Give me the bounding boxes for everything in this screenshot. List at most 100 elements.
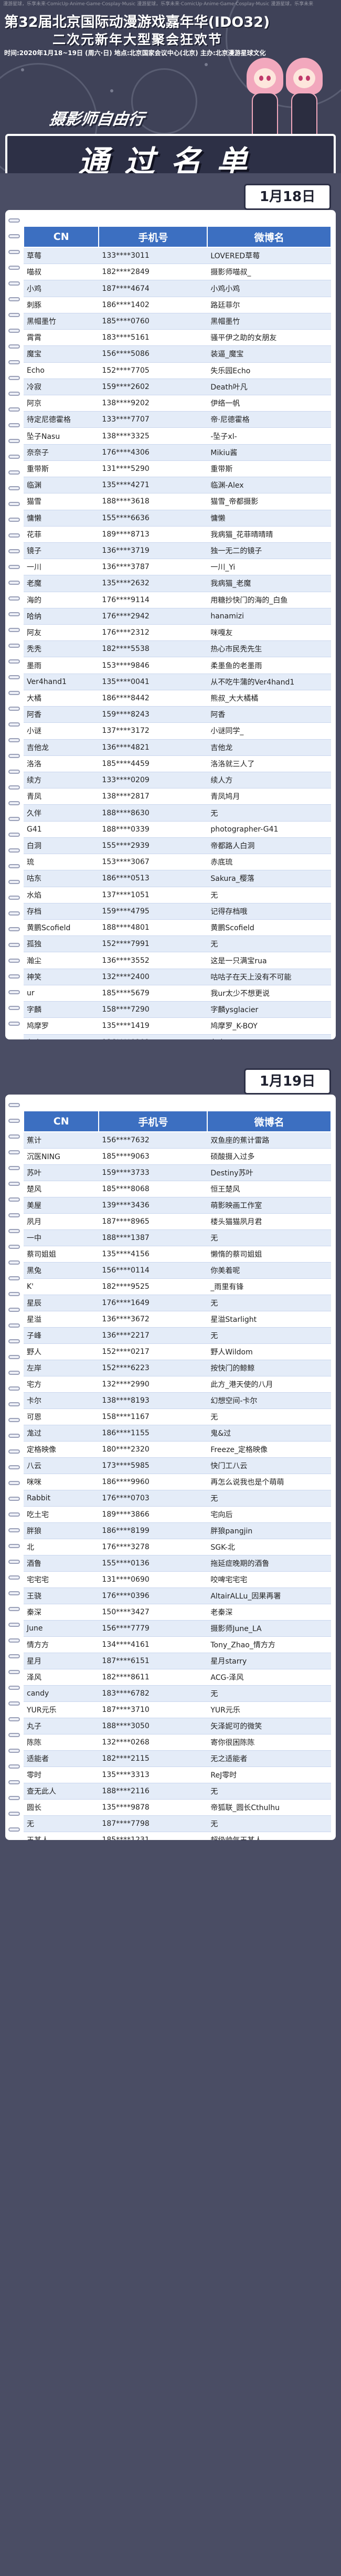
weibo-cell: 用糖抄快门的海的_白鱼 — [207, 592, 331, 608]
phone-cell: 182****2115 — [99, 1750, 208, 1767]
cn-cell: 墨雨 — [24, 657, 99, 674]
spiral-ring — [8, 722, 20, 727]
banner-subtitle: 摄影师自由行 — [48, 110, 145, 129]
table-row: 吃土宅 189****3866 宅向后 — [24, 1506, 331, 1523]
phone-cell: 183****6782 — [99, 1685, 208, 1702]
spiral-ring — [8, 1670, 20, 1674]
phone-cell: 132****2400 — [99, 969, 208, 985]
spiral-ring — [8, 376, 20, 380]
event-title: 第32届北京国际动漫游戏嘉年华(IDO32) — [4, 14, 270, 30]
column-header-cn: CN — [23, 226, 100, 248]
mascot-illustration — [286, 58, 323, 136]
weibo-cell: 星月starry — [207, 1653, 331, 1669]
phone-cell: 176****0703 — [99, 1490, 208, 1507]
table-row: 青凤 138****2817 青凤鸠月 — [24, 788, 331, 805]
weibo-cell: 咕咕子在天上没有不可能 — [207, 969, 331, 985]
spiral-ring — [8, 392, 20, 396]
weibo-cell: LOVERED草莓 — [207, 247, 331, 265]
cn-cell: 丸子 — [24, 1718, 99, 1734]
cn-cell: 可恩 — [24, 1408, 99, 1425]
table-row: 镜子 136****3719 独一无二的镜子 — [24, 542, 331, 560]
cn-cell: K' — [24, 1278, 99, 1295]
phone-cell: 176****2312 — [99, 624, 208, 642]
phone-cell: 186****1155 — [99, 1425, 208, 1442]
phone-cell: 156****7779 — [99, 1620, 208, 1637]
table-row: 一川 136****3787 一川_Yi — [24, 559, 331, 576]
cn-cell: 咕东 — [24, 870, 99, 887]
spiral-ring — [8, 1654, 20, 1658]
phone-cell: 187****3710 — [99, 1701, 208, 1718]
spiral-ring — [8, 1134, 20, 1139]
phone-cell: 135****4271 — [99, 477, 208, 494]
phone-cell: 185****0760 — [99, 313, 208, 330]
cn-cell: 黄鹏Scofield — [24, 919, 99, 937]
phone-cell: 152****0217 — [99, 1343, 208, 1360]
table-row: 零时 135****3313 ReJ零时 — [24, 1767, 331, 1783]
cn-cell: 蔡司姐姐 — [24, 1246, 99, 1263]
spiral-ring — [8, 801, 20, 805]
table-row: 洛洛 185****4459 洛洛就三人了 — [24, 755, 331, 773]
cn-cell: 陈陈 — [24, 1734, 99, 1751]
weibo-cell: 骚平伊之助的女朋友 — [207, 329, 331, 346]
phone-cell: 137****3172 — [99, 722, 208, 740]
weibo-cell: hanamizi — [207, 608, 331, 625]
spiral-ring — [8, 313, 20, 317]
table-row: 野人 152****0217 野人Wildom — [24, 1343, 331, 1360]
table-row: 北 176****3278 SGK-北 — [24, 1539, 331, 1555]
spiral-ring — [8, 612, 20, 616]
spiral-ring — [8, 1006, 20, 1010]
table-row: 楚风 185****8068 恒王楚风 — [24, 1181, 331, 1197]
cn-cell: 酒鲁 — [24, 1555, 99, 1572]
spiral-ring — [8, 959, 20, 963]
cn-cell: 适能者 — [24, 1750, 99, 1767]
phone-cell: 185****5679 — [99, 985, 208, 1002]
spiral-ring — [8, 281, 20, 286]
weibo-cell: 你美着呢 — [207, 1262, 331, 1279]
phone-cell: 155****0136 — [99, 1555, 208, 1572]
cn-cell: 野人 — [24, 1343, 99, 1360]
date-tab-day1: 1月18日 — [244, 184, 331, 210]
cn-cell: 泽风 — [24, 1669, 99, 1686]
spiral-ring — [8, 1402, 20, 1406]
phone-cell: 182****2849 — [99, 264, 208, 281]
phone-cell: 176****1649 — [99, 1295, 208, 1311]
weibo-cell: 摄影师喵叔_ — [207, 264, 331, 281]
cn-cell: 宅方 — [24, 1376, 99, 1393]
spiral-ring — [8, 1339, 20, 1343]
spiral-ring — [8, 565, 20, 569]
weibo-cell: 矢泽妮可的微笑 — [207, 1718, 331, 1734]
spiral-ring — [8, 1355, 20, 1359]
table-row: 秦深 150****3427 老秦深 — [24, 1604, 331, 1621]
column-header-weibo: 微博名 — [207, 1110, 332, 1132]
cn-cell: 续方 — [24, 772, 99, 789]
spiral-ring — [8, 549, 20, 553]
table-row: 夙月 187****8965 楼头猫猫夙月君 — [24, 1213, 331, 1230]
banner-box: 通过名单 — [5, 134, 336, 173]
phone-cell: 156****0114 — [99, 1262, 208, 1279]
weibo-cell: 热心市民秃先生 — [207, 640, 331, 658]
weibo-cell: 胖狼pangjin — [207, 1522, 331, 1539]
weibo-cell: 青凤鸠月 — [207, 788, 331, 805]
table-row: 喵叔 182****2849 摄影师喵叔_ — [24, 264, 331, 281]
spiral-ring — [8, 738, 20, 742]
spiral-ring — [8, 439, 20, 443]
weibo-cell: 猫雪_帝都摄影 — [207, 493, 331, 510]
spiral-ring — [8, 423, 20, 427]
phone-cell: 135****9878 — [99, 1799, 208, 1816]
table-row: 草莓 133****3011 LOVERED草莓 — [24, 247, 331, 265]
weibo-cell: 鸠摩罗_K-BOY — [207, 1017, 331, 1035]
table-row: 子峰 136****2217 无 — [24, 1327, 331, 1344]
phone-cell: 139****3436 — [99, 1197, 208, 1214]
spiral-ring — [8, 990, 20, 994]
table-row: 刺豚 186****1402 路廷菲尔 — [24, 297, 331, 313]
phone-cell: 135****4156 — [99, 1246, 208, 1263]
phone-cell: 137****1051 — [99, 887, 208, 903]
cn-cell: 苏叶 — [24, 1164, 99, 1181]
weibo-cell: 字麟ysglacier — [207, 1001, 331, 1018]
spiral-ring — [8, 1213, 20, 1217]
phone-cell: 138****8193 — [99, 1392, 208, 1409]
cn-cell: 慵懒 — [24, 510, 99, 527]
cn-cell: 胖狼 — [24, 1522, 99, 1539]
spiral-ring — [8, 911, 20, 916]
spiral-ring — [8, 344, 20, 349]
